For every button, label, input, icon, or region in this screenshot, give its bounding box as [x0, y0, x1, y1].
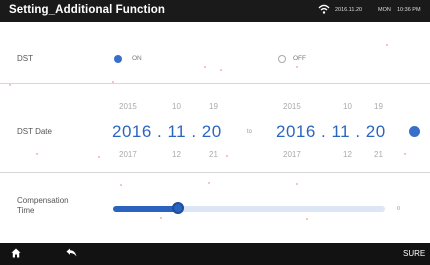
dst-label: DST	[17, 54, 33, 63]
start-month-prev[interactable]: 10	[172, 102, 181, 111]
screen: Setting_Additional Function 2016.11.20 M…	[0, 0, 430, 265]
decor-dot	[296, 66, 298, 68]
decor-dot	[208, 182, 210, 184]
start-month-next[interactable]: 12	[172, 150, 181, 159]
compensation-value: 0	[397, 206, 401, 212]
decor-dot	[36, 153, 38, 155]
dst-off-label: OFF	[293, 55, 306, 62]
decor-dot	[160, 217, 162, 219]
page-title: Setting_Additional Function	[9, 4, 166, 16]
decor-dot	[386, 44, 388, 46]
dst-on-label: ON	[132, 55, 142, 62]
divider	[0, 83, 430, 84]
end-year-prev[interactable]: 2015	[283, 102, 301, 111]
status-day: MON	[378, 7, 391, 13]
bottom-nav	[0, 243, 430, 265]
end-date-value[interactable]: 2016 . 11 . 20	[276, 122, 386, 142]
compensation-slider-fill	[113, 206, 178, 212]
status-bar: Setting_Additional Function 2016.11.20 M…	[0, 0, 430, 22]
decor-dot	[9, 84, 11, 86]
end-month-next[interactable]: 12	[343, 150, 352, 159]
home-icon[interactable]	[11, 248, 21, 258]
decor-dot	[98, 156, 100, 158]
start-year-prev[interactable]: 2015	[119, 102, 137, 111]
start-day-next[interactable]: 21	[209, 150, 218, 159]
dst-on-radio[interactable]	[114, 55, 122, 63]
status-time: 10:36 PM	[397, 7, 421, 13]
start-day-prev[interactable]: 19	[209, 102, 218, 111]
start-year-next[interactable]: 2017	[119, 150, 137, 159]
status-date: 2016.11.20	[335, 7, 363, 13]
end-day-next[interactable]: 21	[374, 150, 383, 159]
decor-dot	[204, 66, 206, 68]
to-label: to	[247, 129, 253, 135]
decor-dot	[404, 153, 406, 155]
decor-dot	[306, 218, 308, 220]
confirm-date-dot[interactable]	[409, 126, 420, 137]
end-day-prev[interactable]: 19	[374, 102, 383, 111]
dst-off-radio[interactable]	[278, 55, 286, 63]
decor-dot	[220, 69, 222, 71]
wifi-icon	[318, 4, 330, 14]
divider	[0, 172, 430, 173]
end-month-prev[interactable]: 10	[343, 102, 352, 111]
sure-button[interactable]: SURE	[403, 249, 425, 258]
end-year-next[interactable]: 2017	[283, 150, 301, 159]
back-icon[interactable]	[66, 248, 77, 257]
compensation-label-line1: Compensation	[17, 196, 69, 205]
start-date-value[interactable]: 2016 . 11 . 20	[112, 122, 222, 142]
compensation-slider-knob[interactable]	[172, 202, 184, 214]
compensation-label-line2: Time	[17, 206, 35, 215]
decor-dot	[120, 184, 122, 186]
compensation-label: Compensation Time	[17, 196, 69, 216]
decor-dot	[296, 183, 298, 185]
decor-dot	[226, 155, 228, 157]
dst-date-label: DST Date	[17, 127, 52, 136]
